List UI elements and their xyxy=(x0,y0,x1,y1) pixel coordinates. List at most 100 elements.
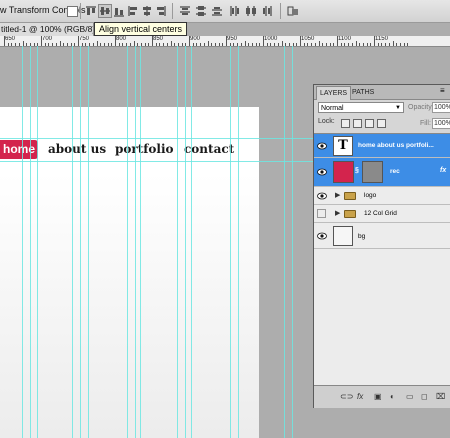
guide-line[interactable] xyxy=(37,46,38,438)
blend-mode-select[interactable]: Normal ▼ xyxy=(318,102,404,113)
tab-layers[interactable]: LAYERS xyxy=(316,86,352,100)
nav-home-button[interactable]: home xyxy=(0,140,38,159)
hidden-eye-box[interactable] xyxy=(317,209,326,218)
guide-line[interactable] xyxy=(140,46,141,438)
eye-icon[interactable] xyxy=(317,142,327,150)
layer-row-rec[interactable]: § rec fx xyxy=(314,158,450,187)
ruler-tick xyxy=(381,43,383,46)
fx-icon[interactable]: fx xyxy=(440,167,446,174)
guide-line[interactable] xyxy=(135,46,136,438)
align-horizontal-centers-icon[interactable] xyxy=(140,4,154,18)
tab-paths[interactable]: PATHS xyxy=(349,86,377,99)
distribute-horizontal-centers-icon[interactable] xyxy=(244,4,258,18)
distribute-top-icon[interactable] xyxy=(178,4,192,18)
ruler-tick xyxy=(92,43,94,46)
guide-line[interactable] xyxy=(284,46,285,438)
eye-icon[interactable] xyxy=(317,232,327,240)
lock-position-icon[interactable] xyxy=(365,119,374,128)
expand-triangle-icon[interactable]: ▶ xyxy=(335,209,340,217)
layer-row-grid[interactable]: ▶ 12 Col Grid xyxy=(314,205,450,223)
distribute-left-icon[interactable] xyxy=(228,4,242,18)
layer-row-text[interactable]: T home about us portfoli... xyxy=(314,134,450,158)
guide-line[interactable] xyxy=(185,46,186,438)
vector-mask-thumbnail xyxy=(362,161,383,183)
ruler-tick xyxy=(322,43,324,46)
fill-field[interactable]: 100% xyxy=(432,118,450,129)
ruler-label: 900 xyxy=(190,36,201,42)
nav-portfolio-link[interactable]: portfolio xyxy=(115,142,174,156)
auto-align-layers-icon[interactable] xyxy=(286,4,300,18)
guide-line[interactable] xyxy=(30,46,31,438)
adjustment-icon[interactable]: ◐ xyxy=(390,392,395,401)
layer-name: bg xyxy=(358,233,366,240)
ruler-label: 700 xyxy=(42,36,53,42)
transform-controls-checkbox[interactable] xyxy=(67,6,78,17)
ruler-tick xyxy=(81,43,83,46)
eye-icon[interactable] xyxy=(317,168,327,176)
distribute-vertical-centers-icon[interactable] xyxy=(194,4,208,18)
ruler-tick xyxy=(196,43,198,46)
guide-line[interactable] xyxy=(88,46,89,438)
lock-all-icon[interactable] xyxy=(377,119,386,128)
layer-name: logo xyxy=(364,192,377,199)
panel-menu-icon[interactable]: ≡ xyxy=(440,86,445,95)
guide-line[interactable] xyxy=(80,46,81,438)
ruler-tick xyxy=(366,43,368,46)
document-canvas[interactable] xyxy=(0,107,259,438)
ruler-tick xyxy=(392,41,394,46)
ruler-tick xyxy=(33,43,35,46)
opacity-field[interactable]: 100% xyxy=(432,102,450,113)
align-bottom-edges-icon[interactable] xyxy=(112,4,126,18)
ruler-tick xyxy=(233,43,235,46)
ruler-tick xyxy=(155,43,157,46)
guide-line[interactable] xyxy=(191,46,192,438)
align-left-edges-icon[interactable] xyxy=(126,4,140,18)
guide-line[interactable] xyxy=(72,46,73,438)
lock-pixels-icon[interactable] xyxy=(353,119,362,128)
new-layer-icon[interactable]: ◻ xyxy=(421,392,428,401)
text-layer-icon: T xyxy=(333,136,353,156)
layer-thumbnail xyxy=(333,226,353,246)
mask-icon[interactable]: ▣ xyxy=(374,392,382,401)
trash-icon[interactable]: ⌧ xyxy=(436,392,445,401)
align-vertical-centers-icon[interactable] xyxy=(98,4,112,18)
ruler-tick xyxy=(89,43,91,46)
guide-line[interactable] xyxy=(238,46,239,438)
layer-row-logo[interactable]: ▶ logo xyxy=(314,187,450,205)
distribute-bottom-icon[interactable] xyxy=(210,4,224,18)
guide-line[interactable] xyxy=(177,46,178,438)
distribute-right-icon[interactable] xyxy=(260,4,274,18)
ruler-tick xyxy=(340,43,342,46)
group-icon[interactable]: ▭ xyxy=(406,392,414,401)
ruler-tick xyxy=(129,43,131,46)
align-right-edges-icon[interactable] xyxy=(154,4,168,18)
document-tab[interactable]: titled-1 @ 100% (RGB/8) xyxy=(0,23,94,36)
lock-transparent-icon[interactable] xyxy=(341,119,350,128)
panel-tabs: LAYERS PATHS ≡ xyxy=(314,85,450,100)
ruler-tick xyxy=(385,43,387,46)
guide-line[interactable] xyxy=(127,46,128,438)
link-icon[interactable]: ⊂⊃ xyxy=(340,392,353,401)
ruler-tick xyxy=(107,43,109,46)
ruler-tick xyxy=(152,36,153,46)
chain-link-icon[interactable]: § xyxy=(355,167,359,174)
align-top-edges-icon[interactable] xyxy=(84,4,98,18)
ruler-tick xyxy=(396,43,398,46)
eye-icon[interactable] xyxy=(317,192,327,200)
ruler-tick xyxy=(251,43,253,46)
ruler-label: 1000 xyxy=(264,36,278,42)
ruler-tick xyxy=(170,41,172,46)
ruler-tick xyxy=(307,43,309,46)
horizontal-ruler[interactable]: 650 700 750 800 850 900 950 1000 1050 1100 1150 xyxy=(0,36,450,47)
nav-about-link[interactable]: about us xyxy=(48,142,106,156)
ruler-tick xyxy=(63,43,65,46)
guide-line[interactable] xyxy=(292,46,293,438)
ruler-tick xyxy=(270,43,272,46)
fx-icon[interactable]: fx xyxy=(357,392,363,401)
guide-line[interactable] xyxy=(230,46,231,438)
ruler-tick xyxy=(100,43,102,46)
layer-row-bg[interactable]: bg xyxy=(314,223,450,249)
expand-triangle-icon[interactable]: ▶ xyxy=(335,191,340,199)
ruler-tick xyxy=(244,41,246,46)
guide-line[interactable] xyxy=(22,46,23,438)
